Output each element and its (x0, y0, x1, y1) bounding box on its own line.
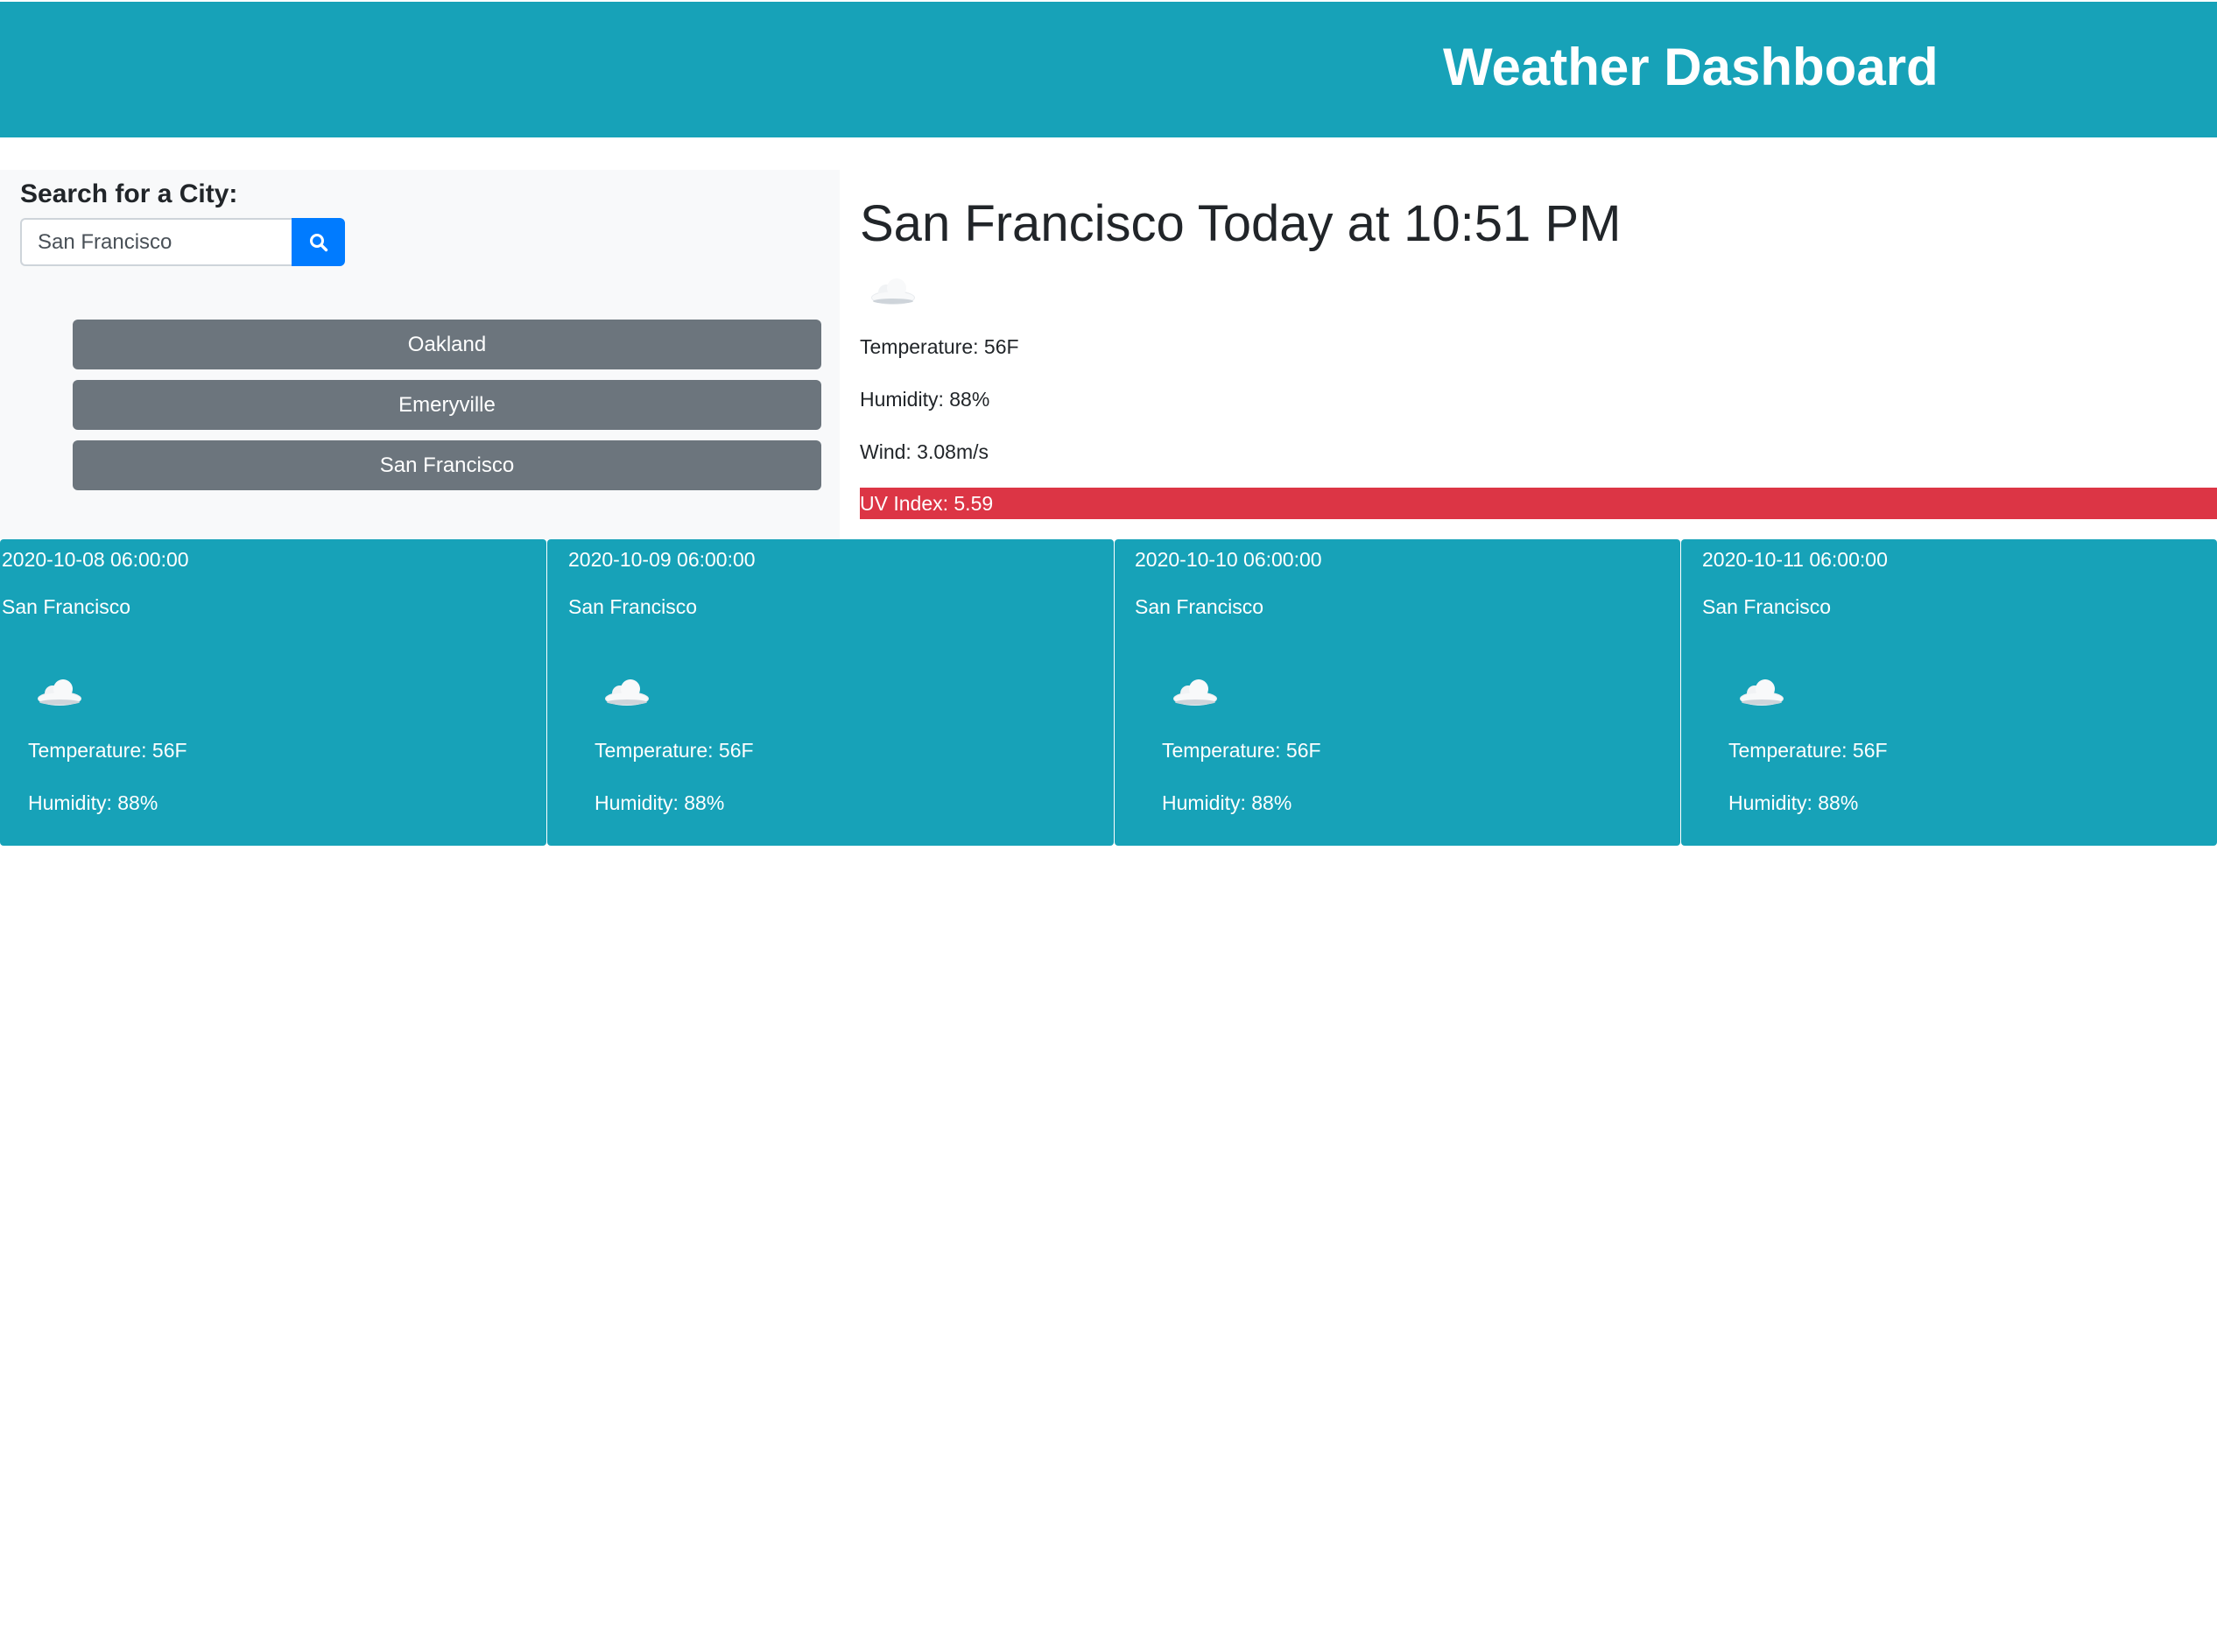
forecast-city: San Francisco (568, 595, 698, 618)
forecast-card: 2020-10-11 06:00:00 San Francisco Temper… (1681, 539, 2217, 846)
current-weather-title: San Francisco Today at 10:51 PM (860, 195, 1622, 252)
forecast-date: 2020-10-09 06:00:00 (568, 548, 756, 571)
current-temperature: Temperature: 56F (860, 335, 1019, 358)
forecast-date: 2020-10-08 06:00:00 (2, 548, 189, 571)
history-button-emeryville[interactable]: Emeryville (73, 380, 821, 430)
forecast-temperature: Temperature: 56F (1162, 739, 1321, 762)
cloud-icon (1740, 679, 1784, 706)
uv-index-badge: UV Index: 5.59 (860, 488, 2217, 519)
forecast-city: San Francisco (2, 595, 131, 618)
forecast-temperature: Temperature: 56F (28, 739, 187, 762)
page-header: Weather Dashboard (0, 2, 2217, 137)
forecast-date: 2020-10-11 06:00:00 (1702, 548, 1888, 571)
history-button-san-francisco[interactable]: San Francisco (73, 440, 821, 490)
cloud-icon (871, 278, 915, 305)
forecast-card: 2020-10-09 06:00:00 San Francisco Temper… (547, 539, 1114, 846)
page-title: Weather Dashboard (1443, 38, 1939, 96)
current-wind: Wind: 3.08m/s (860, 440, 989, 463)
forecast-humidity: Humidity: 88% (1728, 791, 1859, 814)
forecast-card: 2020-10-08 06:00:00 San Francisco Temper… (0, 539, 546, 846)
cloud-icon (38, 679, 81, 706)
search-icon (309, 233, 327, 251)
forecast-city: San Francisco (1702, 595, 1832, 618)
forecast-city: San Francisco (1135, 595, 1264, 618)
search-button[interactable] (292, 218, 345, 266)
forecast-temperature: Temperature: 56F (595, 739, 754, 762)
forecast-humidity: Humidity: 88% (28, 791, 158, 814)
cloud-icon (605, 679, 649, 706)
forecast-card: 2020-10-10 06:00:00 San Francisco Temper… (1115, 539, 1680, 846)
current-humidity: Humidity: 88% (860, 388, 990, 411)
history-button-oakland[interactable]: Oakland (73, 320, 821, 369)
forecast-date: 2020-10-10 06:00:00 (1135, 548, 1322, 571)
cloud-icon (1173, 679, 1217, 706)
search-label: Search for a City: (20, 179, 238, 208)
forecast-humidity: Humidity: 88% (595, 791, 725, 814)
forecast-humidity: Humidity: 88% (1162, 791, 1292, 814)
forecast-temperature: Temperature: 56F (1728, 739, 1888, 762)
search-input[interactable] (20, 218, 292, 266)
